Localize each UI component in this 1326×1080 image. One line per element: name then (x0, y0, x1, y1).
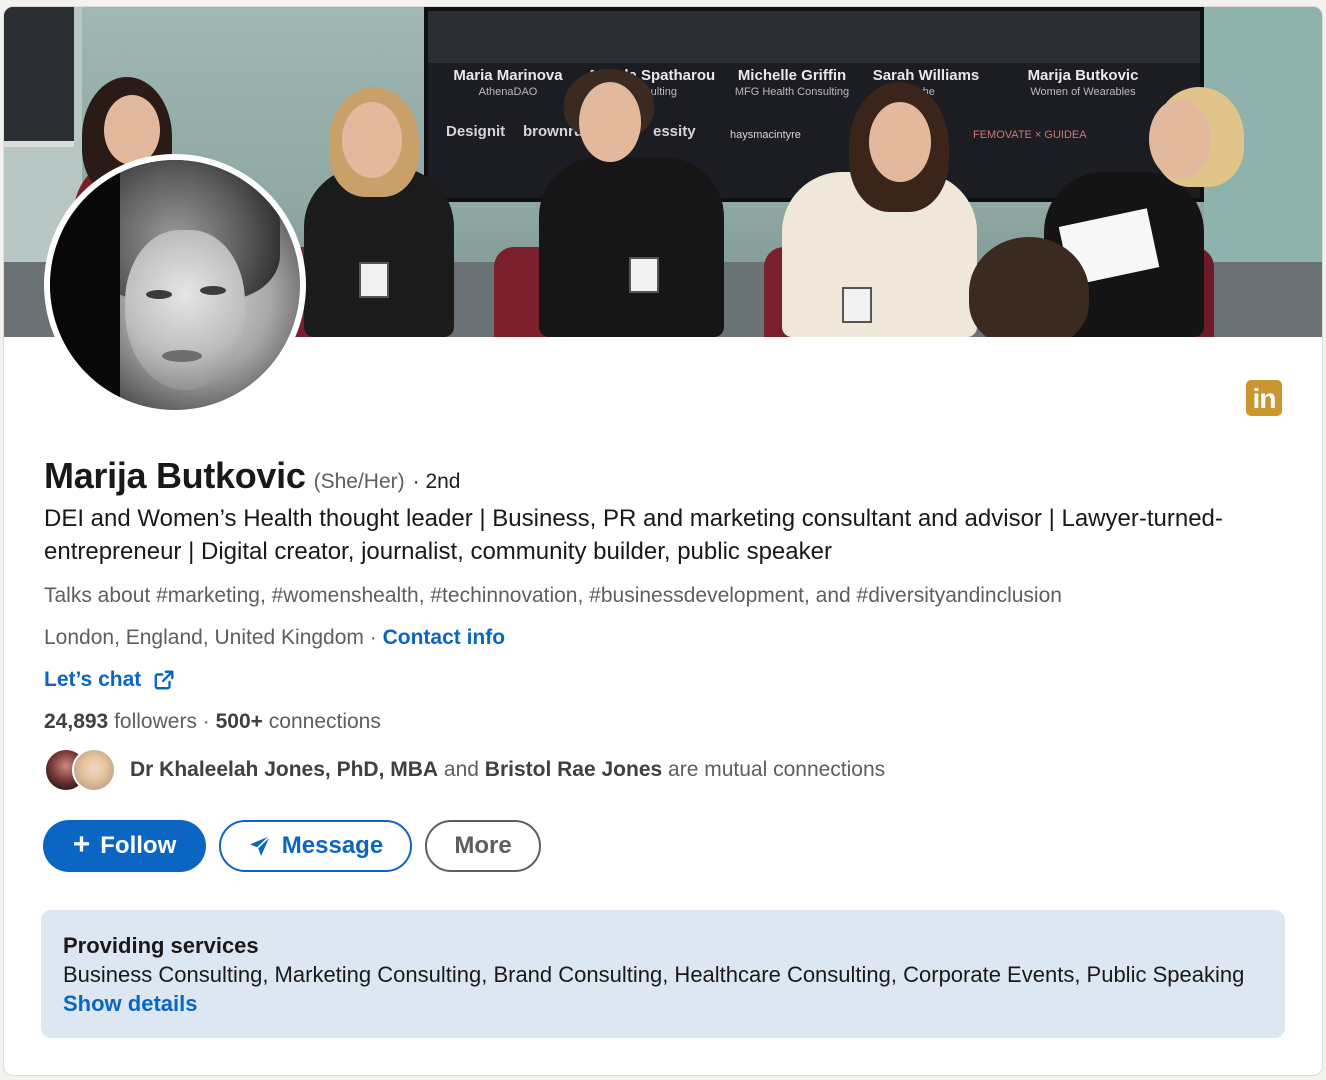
talks-about: Talks about #marketing, #womenshealth, #… (44, 584, 1062, 607)
more-label: More (454, 832, 512, 859)
pronouns: (She/Her) (313, 470, 405, 493)
mutual-avatars (44, 746, 124, 794)
website-label[interactable]: Let’s chat (44, 668, 141, 692)
external-link-icon (154, 670, 174, 690)
profile-headline: DEI and Women’s Health thought leader | … (44, 505, 1223, 565)
mutual-person-1[interactable]: Dr Khaleelah Jones, PhD, MBA (130, 758, 438, 782)
services-list: Business Consulting, Marketing Consultin… (63, 962, 1245, 987)
connections-count[interactable]: 500+ (216, 710, 263, 733)
speaker-caption: Marija Butkovic Women of Wearables (1027, 67, 1139, 98)
avatar-photo (50, 160, 300, 410)
sponsor-logo: haysmacintyre (730, 129, 801, 141)
banner-tv (4, 7, 74, 147)
contact-info-link[interactable]: Contact info (383, 626, 505, 649)
message-button[interactable]: Message (219, 820, 412, 872)
show-details-link[interactable]: Show details (63, 989, 1263, 1018)
linkedin-icon[interactable]: in (1246, 380, 1282, 416)
profile-name: Marija Butkovic (44, 455, 306, 496)
plus-icon: + (72, 827, 91, 861)
follow-label: Follow (100, 832, 177, 859)
connections-label[interactable]: connections (269, 710, 381, 733)
sponsor-logo: FEMOVATE × GUIDEA (973, 129, 1087, 141)
sponsor-logo: essity (653, 123, 696, 140)
location-row: London, England, United Kingdom · Contac… (44, 626, 506, 649)
location: London, England, United Kingdom (44, 626, 364, 649)
presentation-screen: Maria Marinova AthenaDAO Angela Spatharou… (424, 7, 1204, 202)
services-box: Providing services Business Consulting, … (41, 910, 1285, 1038)
more-button[interactable]: More (425, 820, 541, 872)
followers-label[interactable]: followers (114, 710, 197, 733)
avatar (72, 748, 116, 792)
stats-row: 24,893 followers · 500+ connections (44, 710, 381, 733)
services-title: Providing services (63, 933, 259, 958)
connection-degree: · 2nd (412, 470, 461, 493)
speaker-caption: Maria Marinova AthenaDAO (453, 67, 563, 98)
profile-avatar[interactable] (44, 154, 306, 416)
profile-card: Maria Marinova AthenaDAO Angela Spatharou… (3, 6, 1323, 1076)
send-icon (249, 835, 271, 856)
message-label: Message (281, 832, 384, 859)
website-link[interactable]: Let’s chat (44, 668, 175, 692)
name-row: Marija Butkovic (She/Her) · 2nd (44, 455, 461, 497)
sponsor-logo: Designit (446, 123, 506, 140)
follow-button[interactable]: + Follow (43, 820, 206, 872)
speaker-caption: Michelle Griffin MFG Health Consulting (734, 67, 850, 98)
mutual-connections[interactable]: Dr Khaleelah Jones, PhD, MBA and Bristol… (44, 745, 885, 795)
followers-count[interactable]: 24,893 (44, 710, 108, 733)
mutual-person-2[interactable]: Bristol Rae Jones (485, 758, 662, 782)
